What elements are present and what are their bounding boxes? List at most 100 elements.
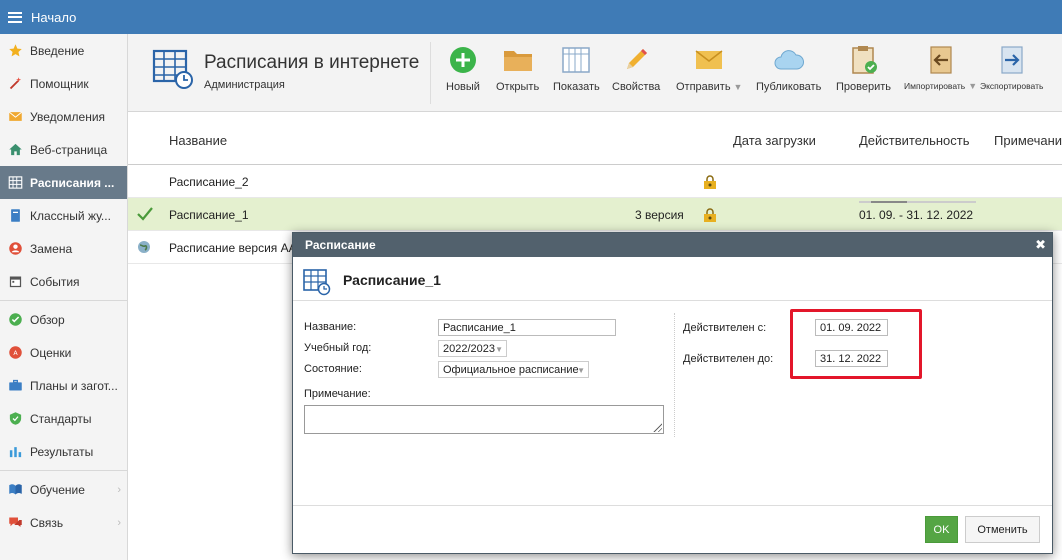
sidebar-item-timetables[interactable]: Расписания ...	[0, 166, 127, 199]
sidebar-item-events[interactable]: События	[0, 265, 127, 298]
new-button[interactable]: Новый	[446, 44, 480, 93]
sidebar-item-label: Помощник	[30, 76, 89, 91]
dialog-titlebar: Расписание ✖	[293, 233, 1052, 257]
show-button-label: Показать	[553, 81, 600, 93]
sidebar-item-label: Замена	[30, 241, 73, 256]
sidebar-item-label: События	[30, 274, 80, 289]
dialog-column-divider	[674, 313, 675, 437]
sidebar-item-standards[interactable]: Стандарты	[0, 402, 127, 435]
row-name: Расписание_1	[169, 208, 249, 222]
school-year-value: 2022/2023	[443, 343, 495, 355]
magic-wand-icon	[8, 76, 23, 91]
column-validity[interactable]: Действительность	[859, 133, 970, 148]
school-year-label: Учебный год:	[304, 342, 372, 354]
export-button-label: Экспортировать	[980, 81, 1044, 91]
sidebar-item-results[interactable]: Результаты	[0, 435, 127, 468]
check-button[interactable]: Проверить	[836, 44, 891, 93]
table-header: Название Дата загрузки Действительность …	[128, 113, 1062, 165]
timetable-icon	[303, 268, 331, 299]
open-button[interactable]: Открыть	[496, 44, 539, 93]
timetable-dialog: Расписание ✖ Расписание_1 Название: Расп…	[292, 232, 1053, 554]
row-version: 3 версия	[635, 208, 684, 222]
ok-button[interactable]: OK	[925, 516, 958, 543]
hamburger-menu-icon[interactable]	[8, 11, 22, 23]
dialog-footer: OK Отменить	[293, 505, 1052, 553]
dropdown-arrow-icon: ▼	[577, 366, 585, 375]
page-subtitle: Администрация	[204, 79, 285, 91]
column-note[interactable]: Примечание	[994, 133, 1062, 148]
clipboard-check-icon	[851, 46, 877, 74]
sidebar-item-label: Результаты	[30, 444, 94, 459]
column-name[interactable]: Название	[169, 133, 227, 148]
sidebar-item-assistant[interactable]: Помощник	[0, 67, 127, 100]
sidebar-item-label: Веб-страница	[30, 142, 108, 157]
dialog-bar-title: Расписание	[305, 238, 376, 252]
sidebar-item-label: Уведомления	[30, 109, 106, 124]
header-divider	[430, 42, 431, 104]
timetable-icon	[8, 175, 23, 190]
sidebar-item-grades[interactable]: A Оценки	[0, 336, 127, 369]
chat-icon	[8, 515, 23, 530]
school-year-select[interactable]: 2022/2023 ▼	[438, 340, 507, 357]
validity-progress	[859, 201, 976, 203]
shield-check-icon	[8, 411, 23, 426]
grid-icon	[562, 47, 591, 73]
note-textarea[interactable]	[304, 405, 664, 434]
cancel-button[interactable]: Отменить	[965, 516, 1040, 543]
house-icon	[8, 142, 23, 157]
cloud-icon	[774, 50, 804, 70]
sidebar-item-label: Введение	[30, 43, 85, 58]
note-label: Примечание:	[304, 388, 371, 400]
state-label: Состояние:	[304, 363, 362, 375]
star-icon	[8, 43, 23, 58]
bar-chart-icon	[8, 444, 23, 459]
sidebar-divider	[0, 300, 127, 301]
envelope-icon	[8, 109, 23, 124]
sidebar-item-overview[interactable]: Обзор	[0, 303, 127, 336]
check-circle-icon	[8, 312, 23, 327]
briefcase-icon	[8, 378, 23, 393]
sidebar-item-introduction[interactable]: Введение	[0, 34, 127, 67]
column-upload-date[interactable]: Дата загрузки	[733, 133, 816, 148]
send-button[interactable]: Отправить ▼	[676, 44, 742, 93]
lock-user-icon	[703, 208, 717, 225]
state-value: Официальное расписание	[443, 364, 579, 376]
folder-icon	[503, 51, 532, 71]
import-button[interactable]: Импортировать ▼	[904, 44, 977, 91]
svg-text:A: A	[13, 350, 18, 357]
sidebar-item-communication[interactable]: Связь ›	[0, 506, 127, 539]
envelope-icon	[695, 50, 723, 69]
open-button-label: Открыть	[496, 81, 540, 93]
sidebar-item-learning[interactable]: Обучение ›	[0, 473, 127, 506]
book-icon	[8, 482, 23, 497]
export-button[interactable]: Экспортировать	[980, 44, 1043, 91]
table-row[interactable]: Расписание_1 3 версия 01. 09. - 31. 12. …	[128, 198, 1062, 231]
publish-button[interactable]: Публиковать	[756, 44, 821, 93]
sidebar-item-substitution[interactable]: Замена	[0, 232, 127, 265]
validity-highlight-box	[790, 309, 922, 379]
sidebar-item-class-journal[interactable]: Классный жу...	[0, 199, 127, 232]
grades-icon: A	[8, 345, 23, 360]
import-icon	[929, 46, 952, 74]
import-button-label: Импортировать	[904, 81, 966, 91]
name-field[interactable]: Расписание_1	[438, 319, 616, 336]
journal-icon	[8, 208, 23, 223]
sidebar-item-plans[interactable]: Планы и загот...	[0, 369, 127, 402]
show-button[interactable]: Показать	[553, 44, 600, 93]
home-link[interactable]: Начало	[31, 10, 76, 25]
check-icon	[137, 207, 153, 224]
resize-grip-icon[interactable]	[652, 422, 662, 432]
sidebar-item-label: Оценки	[30, 345, 72, 360]
row-name: Расписание версия ААА	[169, 241, 305, 255]
close-icon[interactable]: ✖	[1035, 237, 1046, 253]
lock-user-icon	[703, 175, 717, 192]
row-name: Расписание_2	[169, 175, 249, 189]
chevron-right-icon: ›	[117, 516, 121, 529]
sidebar-item-notifications[interactable]: Уведомления	[0, 100, 127, 133]
state-select[interactable]: Официальное расписание ▼	[438, 361, 589, 378]
sidebar-item-label: Расписания ...	[30, 175, 115, 190]
send-button-label: Отправить	[676, 81, 731, 93]
properties-button[interactable]: Свойства	[612, 44, 660, 93]
table-row[interactable]: Расписание_2	[128, 165, 1062, 198]
sidebar-item-webpage[interactable]: Веб-страница	[0, 133, 127, 166]
